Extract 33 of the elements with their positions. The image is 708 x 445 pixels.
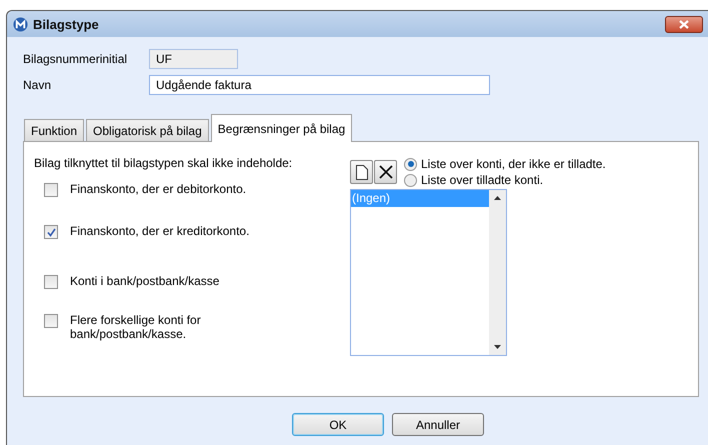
field-label: Navn — [23, 78, 52, 92]
checkbox-label: Finanskonto, der er debitorkonto. — [70, 182, 248, 196]
new-button[interactable] — [350, 160, 373, 184]
delete-button[interactable] — [374, 160, 397, 184]
checkbox-label: Flere forskellige konti for bank/postbank/kasse. — [70, 313, 202, 341]
tab[interactable]: Funktion — [24, 119, 84, 142]
radio-button[interactable] — [404, 158, 417, 170]
scroll-down-icon — [494, 345, 501, 349]
checkbox-label: Finanskonto, der er kreditorkonto. — [70, 224, 250, 238]
scrollbar[interactable] — [489, 190, 506, 355]
close-button[interactable] — [665, 16, 703, 32]
checkbox[interactable] — [44, 275, 58, 289]
scroll-up-icon — [494, 196, 501, 200]
radio-label: Liste over konti, der ikke er tilladte. — [421, 157, 606, 171]
tab[interactable]: Begrænsninger på bilag — [210, 114, 352, 142]
checkbox-label: Konti i bank/postbank/kasse — [70, 274, 220, 288]
radio-button[interactable] — [404, 174, 417, 186]
cross-icon — [378, 165, 392, 179]
text-field[interactable]: UF — [149, 49, 238, 69]
tab[interactable]: Obligatorisk på bilag — [86, 119, 209, 142]
checkbox[interactable] — [44, 314, 58, 328]
dialog-button[interactable]: Annuller — [392, 413, 484, 436]
field-label: Bilagsnummerinitial — [23, 52, 128, 66]
text-field[interactable]: Udgående faktura — [149, 75, 490, 95]
checkbox[interactable] — [44, 225, 58, 239]
dialog-button[interactable]: OK — [292, 413, 384, 436]
section-heading: Bilag tilknyttet til bilagstypen skal ikke indeholde: — [34, 156, 294, 170]
checkbox[interactable] — [44, 183, 58, 197]
radio-label: Liste over tilladte konti. — [421, 173, 544, 187]
app-logo-icon — [13, 16, 28, 32]
window-title: Bilagstype — [33, 16, 100, 32]
document-icon — [356, 164, 368, 180]
close-icon — [679, 20, 689, 28]
